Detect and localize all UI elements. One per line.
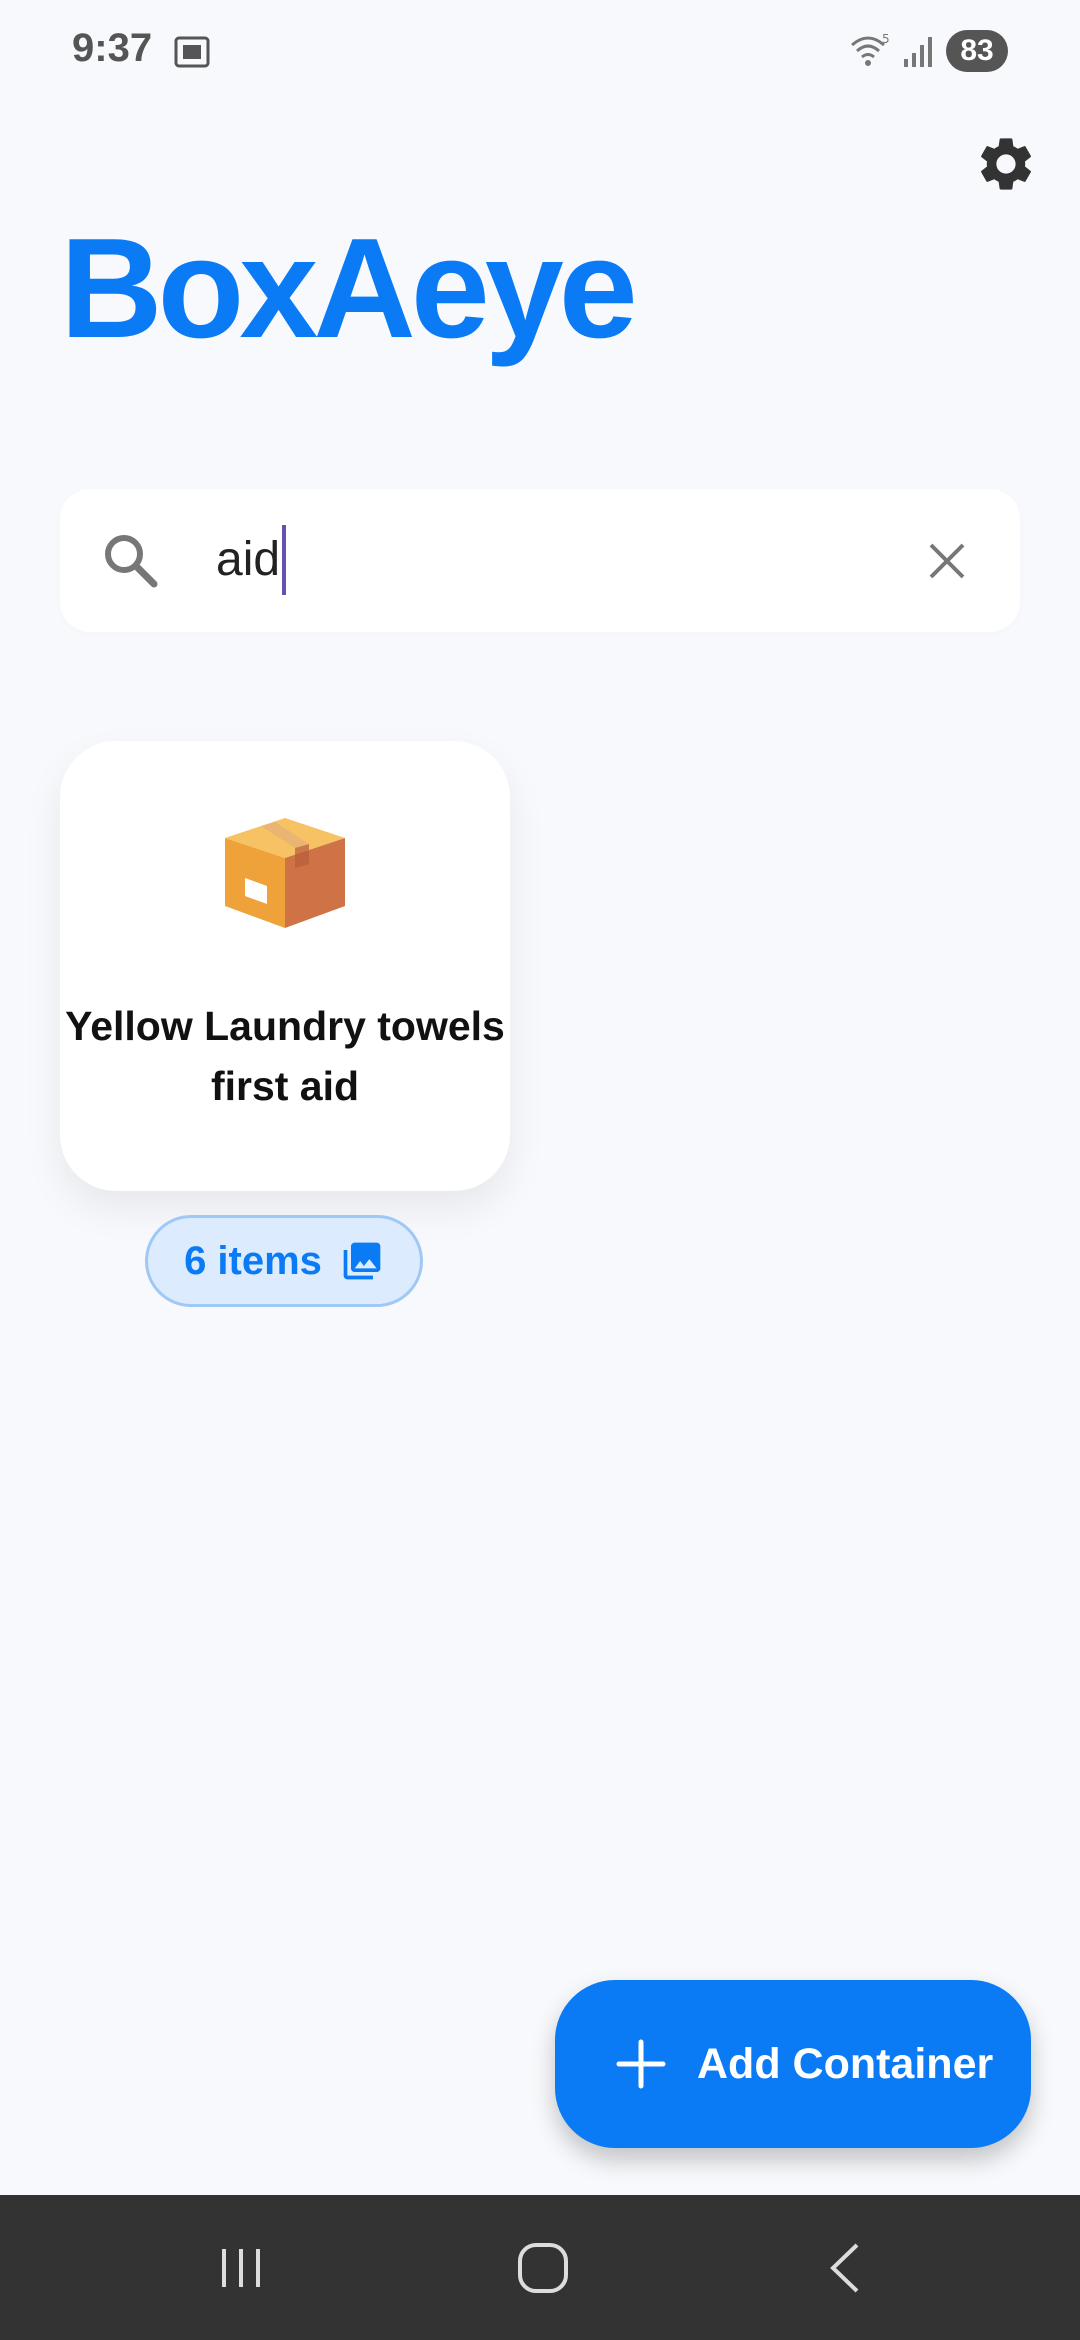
- add-container-label: Add Container: [697, 2039, 994, 2088]
- search-icon: [105, 535, 158, 588]
- search-input-value: aid: [216, 533, 281, 586]
- items-badge[interactable]: 6 items: [145, 1215, 423, 1307]
- text-caret: [282, 525, 287, 595]
- plus-icon: [616, 2039, 666, 2089]
- recent-apps-icon: [222, 2249, 260, 2287]
- close-icon: [929, 543, 965, 579]
- clear-search-button[interactable]: [918, 532, 976, 590]
- svg-text:5: 5: [882, 32, 890, 46]
- home-icon: [518, 2243, 568, 2293]
- recent-apps-button[interactable]: [201, 2230, 281, 2306]
- status-right: 5 83: [848, 30, 1008, 72]
- app-title: BoxAeye: [60, 209, 638, 368]
- screenshot-icon: [174, 36, 210, 68]
- gear-icon: [981, 138, 1031, 190]
- package-icon: [225, 818, 345, 928]
- back-icon: [830, 2243, 859, 2293]
- back-button[interactable]: [805, 2230, 885, 2306]
- wifi-icon: 5: [851, 32, 890, 66]
- status-bar: 9:37 5 83: [0, 0, 1080, 100]
- gallery-icon: [343, 1242, 381, 1280]
- signal-icon: [904, 37, 932, 67]
- search-input[interactable]: aid: [216, 520, 287, 600]
- container-title: Yellow Laundry towels first aid: [65, 1003, 505, 1109]
- battery-icon: 83: [946, 30, 1008, 72]
- items-count-label: 6 items: [184, 1238, 322, 1283]
- add-container-button[interactable]: Add Container: [555, 1980, 1031, 2148]
- home-button[interactable]: [503, 2230, 583, 2306]
- status-time: 9:37: [72, 26, 153, 70]
- settings-button[interactable]: [972, 130, 1040, 198]
- search-bar[interactable]: [60, 489, 1020, 632]
